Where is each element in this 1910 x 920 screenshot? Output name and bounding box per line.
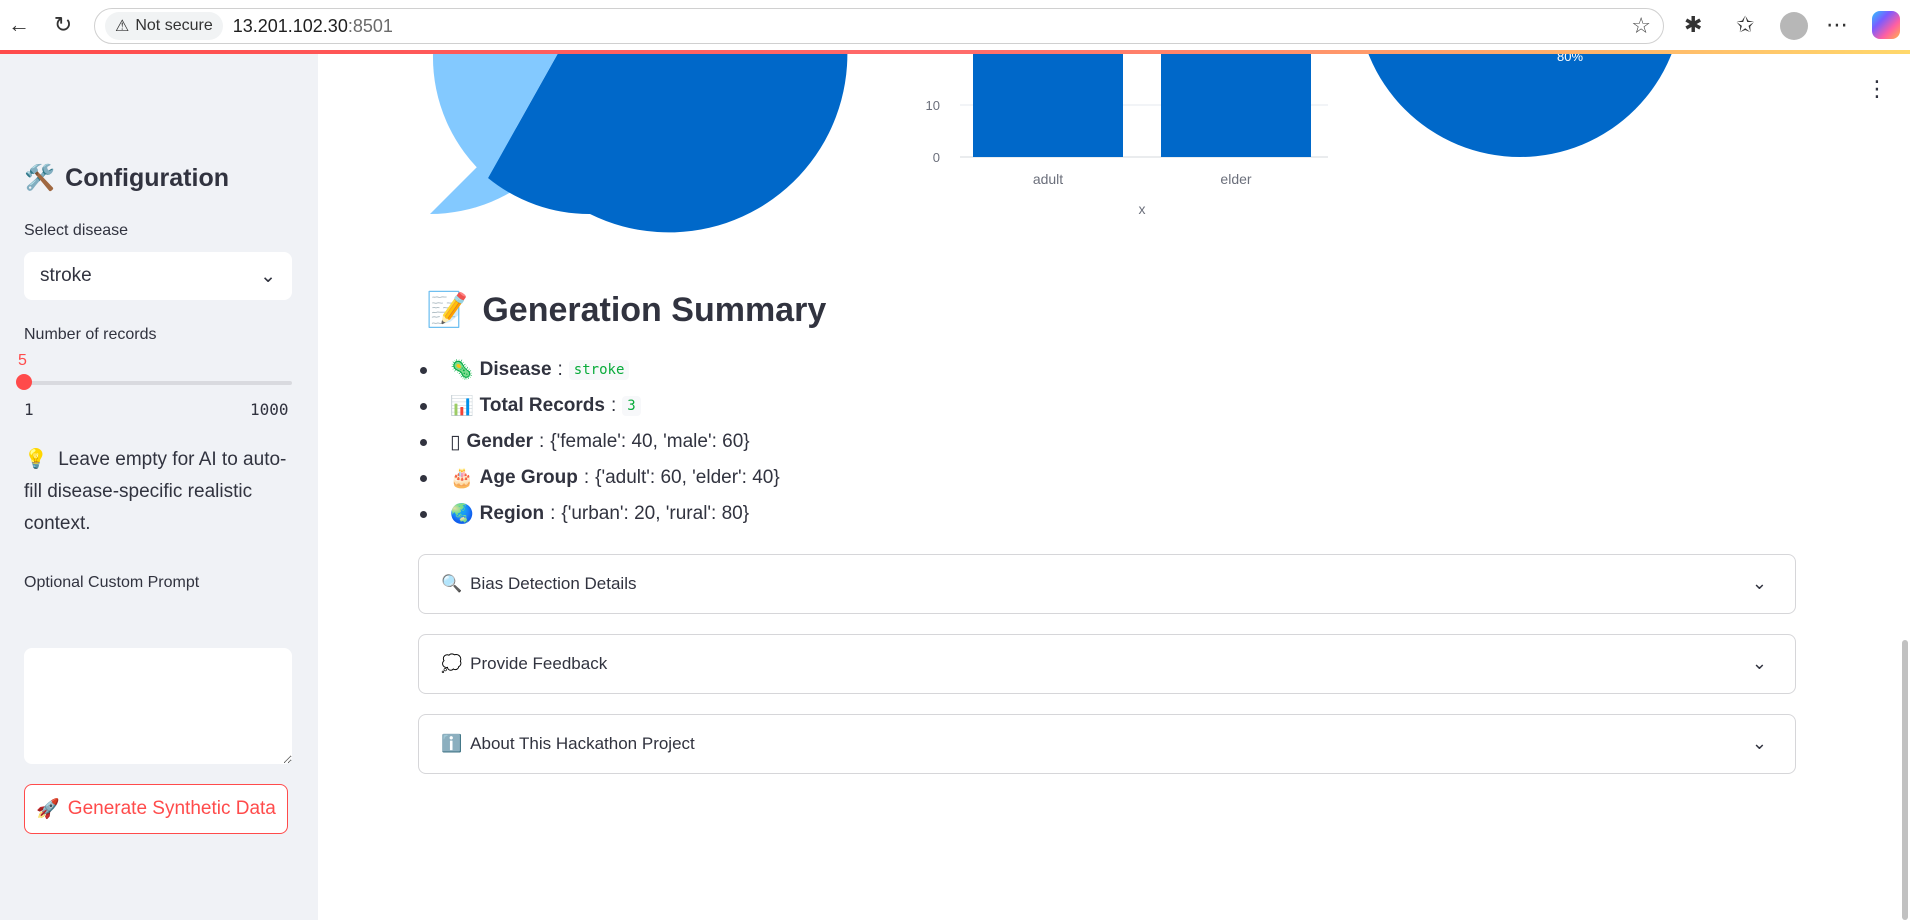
- disease-label: Select disease: [24, 222, 129, 239]
- chevron-down-icon: ⌄: [1751, 733, 1767, 753]
- disease-select[interactable]: stroke ⌄: [24, 252, 292, 300]
- records-label: Number of records: [24, 326, 157, 343]
- bias-expander-label: Bias Detection Details: [470, 574, 637, 593]
- about-expander[interactable]: ℹ️ About This Hackathon Project ⌄: [418, 714, 1796, 774]
- summary-records: 📊 Total Records: 3: [418, 388, 780, 424]
- summary-age: 🎂 Age Group: {'adult': 60, 'elder': 40}: [418, 460, 780, 496]
- summary-records-value: 3: [622, 396, 641, 416]
- warning-icon: ⚠: [115, 18, 130, 35]
- sidebar-title-text: Configuration: [65, 164, 229, 192]
- browser-toolbar: ← ↻ ⚠ Not secure 13.201.102.30:8501 ☆ ✱ …: [0, 0, 1910, 54]
- copilot-icon[interactable]: [1872, 11, 1900, 39]
- generate-button[interactable]: 🚀 Generate Synthetic Data: [24, 784, 288, 834]
- url-port: :8501: [347, 15, 393, 36]
- bar-xlabel: x: [1139, 201, 1146, 217]
- custom-prompt-input[interactable]: [24, 648, 292, 764]
- feedback-expander[interactable]: 💭 Provide Feedback ⌄: [418, 634, 1796, 694]
- summary-gender-label: Gender: [466, 431, 533, 452]
- records-slider-thumb[interactable]: [16, 374, 32, 390]
- favorites-icon[interactable]: ✩: [1736, 12, 1754, 38]
- chevron-down-icon: ⌄: [1751, 573, 1767, 593]
- main-content: ⋮ 20 10 0 adult elder x: [318, 54, 1910, 920]
- chevron-down-icon: ⌄: [260, 265, 276, 287]
- summary-disease: 🦠 Disease: stroke: [418, 352, 780, 388]
- sidebar: 🛠️ Configuration Select disease stroke ⌄…: [0, 54, 318, 920]
- summary-region-label: Region: [479, 503, 545, 524]
- cake-icon: 🎂: [450, 468, 474, 489]
- charts-svg: 20 10 0 adult elder x 80%: [430, 54, 1672, 233]
- scrollbar-thumb[interactable]: [1902, 640, 1908, 920]
- memo-icon: 📝: [426, 291, 469, 329]
- feedback-expander-label: Provide Feedback: [470, 654, 608, 673]
- tip-text: 💡 Leave empty for AI to auto-fill diseas…: [24, 444, 294, 540]
- summary-gender: ▯ Gender: {'female': 40, 'male': 60}: [418, 424, 780, 460]
- back-arrow-icon[interactable]: ←: [4, 10, 34, 40]
- bias-expander[interactable]: 🔍 Bias Detection Details ⌄: [418, 554, 1796, 614]
- extensions-icon[interactable]: ✱: [1684, 12, 1702, 38]
- summary-disease-value: stroke: [568, 360, 630, 380]
- about-expander-label: About This Hackathon Project: [470, 734, 695, 753]
- sidebar-title: 🛠️ Configuration: [24, 164, 229, 193]
- bar-ytick-20: 20: [926, 54, 940, 55]
- summary-region-value: {'urban': 20, 'rural': 80}: [561, 503, 750, 524]
- summary-age-value: {'adult': 60, 'elder': 40}: [595, 467, 780, 488]
- gender-icon: ▯: [450, 431, 461, 453]
- reload-icon[interactable]: ↻: [48, 10, 78, 40]
- pie-right-label: 80%: [1557, 54, 1583, 64]
- bar-chart: 20 10 0 adult elder x: [926, 54, 1328, 217]
- bar-adult: [973, 54, 1123, 157]
- disease-select-value: stroke: [40, 265, 92, 286]
- profile-avatar[interactable]: [1780, 12, 1808, 40]
- bar-chart-icon: 📊: [450, 396, 474, 417]
- prompt-label: Optional Custom Prompt: [24, 574, 200, 591]
- url-host: 13.201.102.30: [232, 15, 348, 36]
- summary-gender-value: {'female': 40, 'male': 60}: [550, 431, 750, 452]
- microbe-icon: 🦠: [450, 360, 474, 381]
- favorite-star-icon[interactable]: ☆: [1631, 13, 1651, 39]
- summary-title: 📝 Generation Summary: [426, 290, 826, 330]
- records-slider-track[interactable]: [24, 381, 292, 385]
- slider-max: 1000: [250, 400, 289, 419]
- thought-bubble-icon: 💭: [441, 654, 463, 673]
- summary-title-text: Generation Summary: [482, 290, 827, 329]
- summary-records-label: Total Records: [479, 395, 605, 416]
- summary-disease-label: Disease: [479, 359, 552, 380]
- summary-region: 🌏 Region: {'urban': 20, 'rural': 80}: [418, 496, 780, 532]
- security-chip[interactable]: ⚠ Not secure: [105, 12, 223, 40]
- slider-value: 5: [18, 352, 27, 369]
- rocket-icon: 🚀: [36, 799, 60, 820]
- generate-button-label: Generate Synthetic Data: [67, 798, 276, 819]
- more-icon[interactable]: ⋯: [1826, 12, 1848, 38]
- bar-ytick-0: 0: [933, 150, 940, 165]
- pie-right: 80%: [1368, 54, 1672, 157]
- bar-elder: [1161, 54, 1311, 157]
- info-icon: ℹ️: [441, 734, 463, 753]
- lightbulb-icon: 💡: [24, 449, 48, 470]
- magnifier-icon: 🔍: [441, 574, 463, 593]
- pie-left: [430, 54, 848, 233]
- bar-xtick-adult: adult: [1033, 171, 1063, 187]
- slider-min: 1: [24, 400, 34, 419]
- pie-right-slice: [1368, 54, 1672, 157]
- globe-icon: 🌏: [450, 504, 474, 525]
- security-label: Not secure: [135, 17, 213, 34]
- tools-icon: 🛠️: [24, 164, 56, 192]
- summary-list: 🦠 Disease: stroke 📊 Total Records: 3 ▯ G…: [418, 352, 780, 532]
- chevron-down-icon: ⌄: [1751, 653, 1767, 673]
- summary-age-label: Age Group: [479, 467, 578, 488]
- address-bar[interactable]: ⚠ Not secure 13.201.102.30:8501 ☆: [94, 8, 1664, 44]
- bar-xtick-elder: elder: [1220, 171, 1251, 187]
- tip-body: Leave empty for AI to auto-fill disease-…: [24, 449, 287, 534]
- bar-ytick-10: 10: [926, 98, 940, 113]
